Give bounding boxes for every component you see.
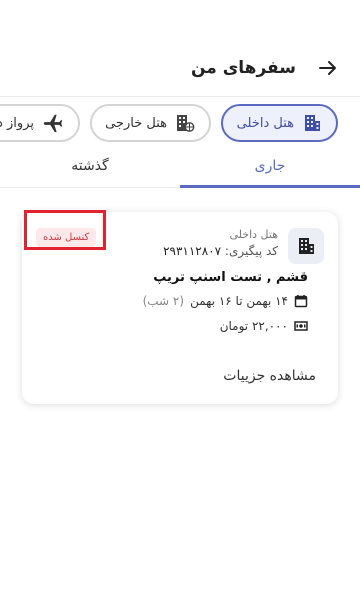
- hotel-name: قشم , تست اسنپ تریپ: [153, 270, 308, 285]
- view-details-link[interactable]: مشاهده جزییات: [223, 368, 316, 384]
- cash-icon: [294, 321, 308, 331]
- header-divider: [0, 96, 360, 97]
- chip-flight[interactable]: پرواز دا: [0, 104, 80, 142]
- category-chips: هتل داخلی هتل خارجی پرواز دا: [0, 104, 360, 144]
- page-title: سفرهای من: [190, 58, 296, 78]
- back-button[interactable]: [316, 56, 340, 80]
- booking-nights: (۲ شب): [142, 294, 185, 308]
- tracking-label: کد پیگیری:: [224, 244, 278, 258]
- chip-foreign-hotel-label: هتل خارجی: [105, 115, 167, 131]
- date-row: ۱۴ بهمن تا ۱۶ بهمن (۲ شب): [143, 294, 308, 308]
- chip-foreign-hotel[interactable]: هتل خارجی: [90, 104, 211, 142]
- tab-past[interactable]: گذشته: [0, 144, 180, 188]
- chip-flight-label: پرواز دا: [0, 115, 34, 131]
- status-highlight-box: [24, 210, 106, 250]
- app-header: سفرهای من: [0, 0, 360, 96]
- tracking-code: ۲۹۳۱۱۲۸۰۷: [163, 244, 222, 258]
- booking-dates: ۱۴ بهمن تا ۱۶ بهمن: [190, 294, 288, 308]
- hotel-icon-box: [288, 228, 324, 264]
- booking-type: هتل داخلی: [229, 228, 278, 241]
- building-icon: [299, 238, 314, 254]
- tab-current[interactable]: جاری: [180, 144, 360, 188]
- building-globe-icon: [177, 115, 195, 132]
- chip-domestic-hotel-label: هتل داخلی: [236, 115, 294, 131]
- chip-domestic-hotel[interactable]: هتل داخلی: [221, 104, 338, 142]
- active-tab-indicator: [180, 185, 360, 188]
- trip-tabs: جاری گذشته: [0, 144, 360, 188]
- airplane-icon: [43, 114, 63, 133]
- tracking-info: کد پیگیری: ۲۹۳۱۱۲۸۰۷: [163, 244, 278, 258]
- calendar-icon: [294, 295, 308, 308]
- price-row: ۲۲,۰۰۰ تومان: [220, 319, 308, 333]
- arrow-right-icon: [319, 61, 336, 75]
- booking-price: ۲۲,۰۰۰ تومان: [219, 319, 288, 333]
- booking-card[interactable]: هتل داخلی کد پیگیری: ۲۹۳۱۱۲۸۰۷ کنسل شده …: [22, 210, 338, 404]
- building-icon: [305, 115, 320, 131]
